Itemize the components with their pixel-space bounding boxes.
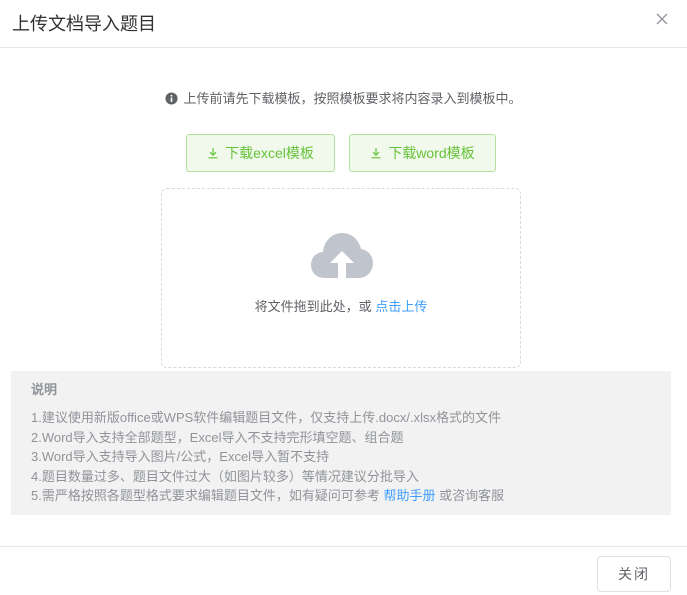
cloud-upload-icon	[311, 233, 373, 278]
notice-text: 上传前请先下载模板，按照模板要求将内容录入到模板中。	[183, 91, 522, 106]
upload-dropzone[interactable]: 将文件拖到此处，或 点击上传	[161, 188, 521, 368]
template-notice: 上传前请先下载模板，按照模板要求将内容录入到模板中。	[0, 90, 687, 108]
upload-prompt-text: 将文件拖到此处，或	[254, 299, 372, 314]
import-dialog: 上传文档导入题目 上传前请先下载模板，按照模板要求将内容录入到模板中。 下载ex…	[0, 0, 687, 595]
instruction-item: 5.需严格按照各题型格式要求编辑题目文件，如有疑问可参考 帮助手册 或咨询客服	[31, 486, 671, 506]
download-excel-template-button[interactable]: 下载excel模板	[186, 134, 335, 172]
instruction-item: 1.建议使用新版office或WPS软件编辑题目文件，仅支持上传.docx/.x…	[31, 410, 501, 425]
download-excel-label: 下载excel模板	[225, 145, 314, 161]
instruction-item-5-text: 5.需严格按照各题型格式要求编辑题目文件，如有疑问可参考	[31, 488, 380, 504]
instruction-item-5-suffix: 或咨询客服	[439, 488, 505, 504]
download-word-label: 下载word模板	[388, 145, 475, 161]
instructions-title: 说明	[31, 382, 58, 397]
download-icon	[371, 148, 381, 159]
upload-prompt: 将文件拖到此处，或 点击上传	[162, 296, 520, 315]
instruction-item: 3.Word导入支持导入图片/公式，Excel导入暂不支持	[31, 449, 330, 465]
dialog-header: 上传文档导入题目	[0, 0, 687, 48]
close-button[interactable]: 关闭	[597, 556, 671, 592]
info-icon	[165, 92, 179, 105]
close-icon[interactable]	[655, 12, 669, 26]
instruction-item: 2.Word导入支持全部题型，Excel导入不支持完形填空题、组合题	[31, 429, 404, 445]
download-icon	[208, 148, 218, 159]
footer-divider	[0, 546, 687, 547]
dialog-title: 上传文档导入题目	[12, 14, 156, 34]
help-manual-link[interactable]: 帮助手册	[383, 488, 435, 503]
download-word-template-button[interactable]: 下载word模板	[349, 134, 496, 172]
instructions-panel: 说明 1.建议使用新版office或WPS软件编辑题目文件，仅支持上传.docx…	[11, 371, 671, 515]
click-upload-link[interactable]: 点击上传	[375, 299, 427, 314]
instruction-item: 4.题目数量过多、题目文件过大（如图片较多）等情况建议分批导入	[31, 468, 419, 484]
